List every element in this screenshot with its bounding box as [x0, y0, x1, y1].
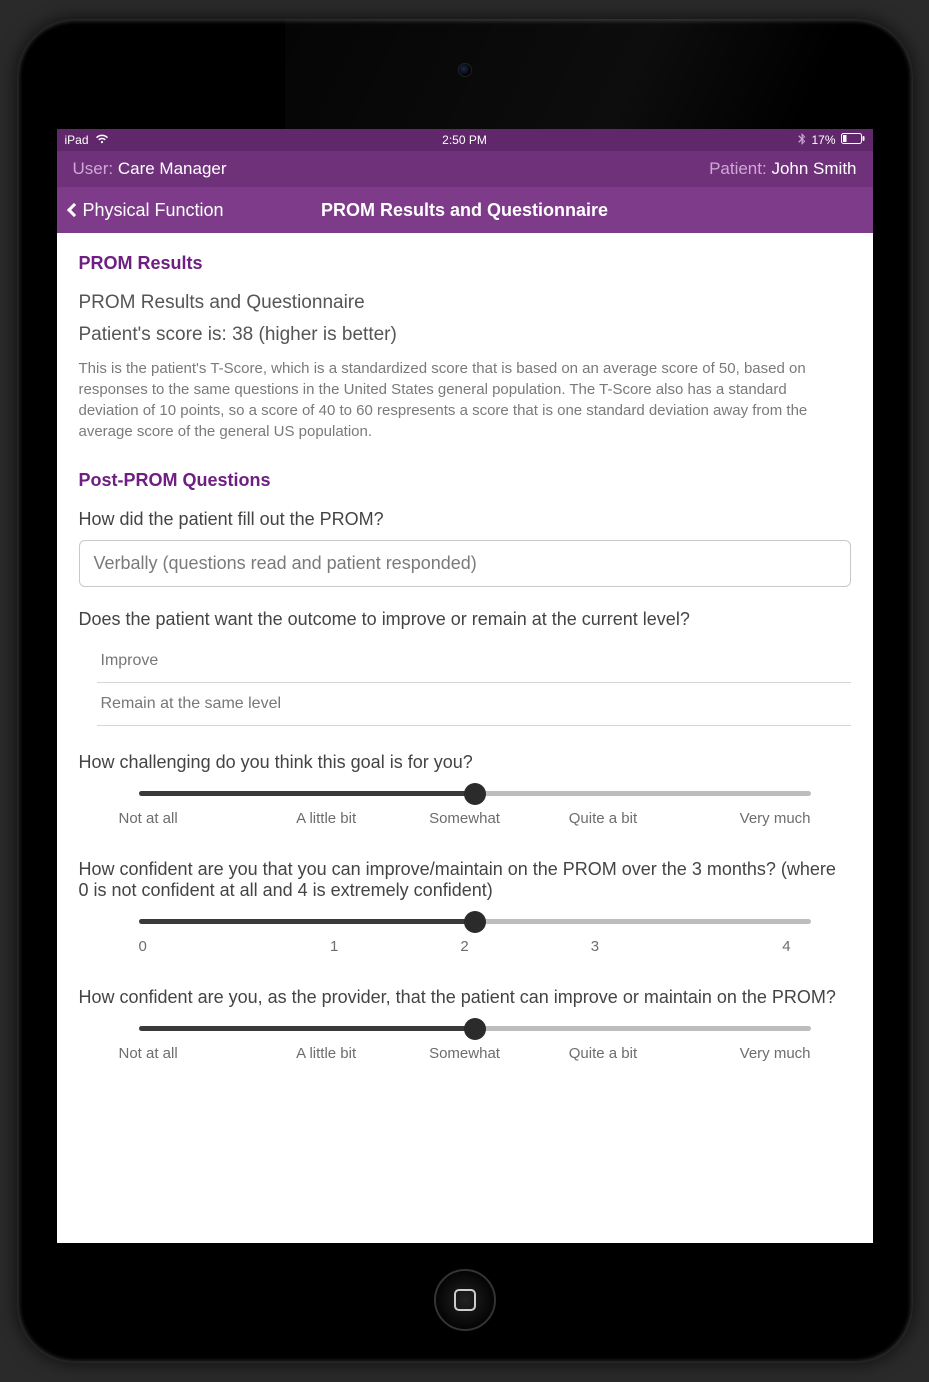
nav-bar: Physical Function PROM Results and Quest… [57, 187, 873, 233]
patient-label: Patient: [709, 159, 767, 178]
status-bar: iPad 2:50 PM 17% [57, 129, 873, 151]
user-label: User: [73, 159, 114, 178]
chevron-left-icon [66, 203, 80, 217]
tablet-frame: iPad 2:50 PM 17% User: Care Manager [17, 19, 913, 1363]
score-explanation: This is the patient's T-Score, which is … [79, 358, 851, 442]
q5-ticks: Not at all A little bit Somewhat Quite a… [119, 1045, 811, 1062]
camera-dot [458, 63, 472, 77]
battery-icon [841, 133, 865, 147]
q5-slider[interactable] [139, 1026, 811, 1031]
battery-pct: 17% [811, 133, 835, 147]
back-button[interactable]: Physical Function [57, 200, 224, 221]
wifi-icon [95, 133, 109, 147]
q2-option-improve[interactable]: Improve [97, 640, 851, 683]
home-button[interactable] [434, 1269, 496, 1331]
q3-ticks: Not at all A little bit Somewhat Quite a… [119, 810, 811, 827]
screen: iPad 2:50 PM 17% User: Care Manager [57, 129, 873, 1243]
slider-knob[interactable] [464, 911, 486, 933]
post-section-title: Post-PROM Questions [79, 470, 851, 491]
results-subtitle: PROM Results and Questionnaire [79, 292, 851, 314]
bluetooth-icon [798, 133, 806, 148]
home-button-icon [454, 1289, 476, 1311]
user-bar: User: Care Manager Patient: John Smith [57, 151, 873, 187]
slider-knob[interactable] [464, 1018, 486, 1040]
q4-ticks: 0 1 2 3 4 [139, 938, 791, 955]
q1-select[interactable]: Verbally (questions read and patient res… [79, 540, 851, 587]
results-section-title: PROM Results [79, 253, 851, 274]
q2-label: Does the patient want the outcome to imp… [79, 609, 851, 630]
q4-label: How confident are you that you can impro… [79, 859, 851, 901]
user-value: Care Manager [118, 159, 227, 178]
q3-label: How challenging do you think this goal i… [79, 752, 851, 773]
q3-slider[interactable] [139, 791, 811, 796]
q5-label: How confident are you, as the provider, … [79, 987, 851, 1008]
q4-slider[interactable] [139, 919, 811, 924]
device-label: iPad [65, 133, 89, 147]
content-scroll[interactable]: PROM Results PROM Results and Questionna… [57, 233, 873, 1243]
patient-value: John Smith [771, 159, 856, 178]
q2-option-remain[interactable]: Remain at the same level [97, 683, 851, 726]
clock: 2:50 PM [57, 133, 873, 147]
q1-label: How did the patient fill out the PROM? [79, 509, 851, 530]
back-label: Physical Function [83, 200, 224, 221]
slider-knob[interactable] [464, 783, 486, 805]
score-line: Patient's score is: 38 (higher is better… [79, 324, 851, 346]
